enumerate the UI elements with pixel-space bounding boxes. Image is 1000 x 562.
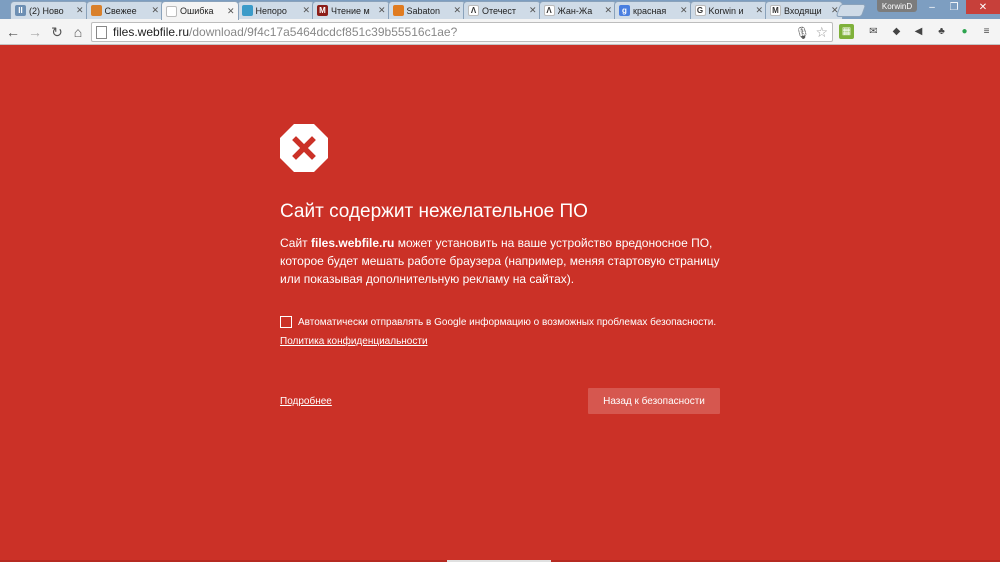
explanation-host: files.webfile.ru [311, 236, 395, 250]
page-title: Сайт содержит нежелательное ПО [280, 201, 588, 222]
explanation-text: Сайт files.webfile.ru может установить н… [280, 234, 730, 288]
lambda-icon: Λ [543, 5, 555, 16]
tab-title: Sabaton [406, 5, 441, 16]
url-text[interactable]: files.webfile.ru/download/9f4c17a5464dcd… [113, 25, 457, 39]
close-tab-icon[interactable]: ✕ [680, 5, 688, 16]
report-optin-checkbox[interactable] [280, 316, 292, 328]
close-tab-icon[interactable]: ✕ [227, 6, 235, 17]
back-button[interactable]: ← [4, 23, 22, 41]
headphones-icon [392, 5, 404, 16]
browser-tab[interactable]: Ошибка ✕ [161, 1, 239, 20]
maximize-button[interactable]: ❐ [943, 0, 965, 14]
gmail-icon: M [770, 5, 781, 16]
danger-octagon-icon [280, 124, 328, 172]
url-host: files.webfile.ru [113, 25, 190, 39]
google-icon: g [619, 5, 630, 16]
reload-button[interactable]: ↻ [48, 23, 66, 41]
browser-tab[interactable]: Непоро ✕ [236, 1, 315, 19]
green-circle-ext-icon[interactable]: ● [957, 24, 972, 39]
address-bar[interactable]: files.webfile.ru/download/9f4c17a5464dcd… [91, 22, 833, 42]
privacy-policy-link[interactable]: Политика конфиденциальности [280, 336, 428, 347]
explanation-prefix: Сайт [280, 236, 312, 250]
tab-title: Ошибка [180, 6, 214, 16]
browser-tab[interactable]: Sabaton ✕ [387, 1, 466, 19]
envelope-ext-icon[interactable]: ✉ [866, 24, 881, 39]
browser-toolbar: ← → ↻ ⌂ files.webfile.ru/download/9f4c17… [0, 19, 1000, 45]
tab-title: Входящи [784, 5, 822, 16]
colorful-ext-icon[interactable]: ▦ [839, 24, 854, 39]
microphone-icon[interactable]: 🎙 [795, 26, 810, 40]
google-q-icon: G [694, 5, 706, 16]
details-link[interactable]: Подробнее [280, 396, 332, 407]
close-tab-icon[interactable]: ✕ [605, 5, 613, 16]
leaf-ext-icon[interactable]: ♣ [934, 24, 949, 39]
browser-tab[interactable]: G Korwin и ✕ [689, 1, 768, 19]
browser-tab[interactable]: Свежее ✕ [85, 1, 164, 19]
new-tab-button[interactable] [835, 4, 867, 17]
orange-icon [90, 5, 102, 16]
tab-strip: II (2) Ново ✕ Свежее ✕ Ошибка ✕ Непоро ✕ M Чтение … [0, 0, 1000, 20]
close-tab-icon[interactable]: ✕ [303, 5, 311, 16]
tab-title: Чтение м [331, 5, 370, 16]
report-optin-label[interactable]: Автоматически отправлять в Google информ… [298, 317, 716, 328]
profile-button[interactable]: KorwinD [877, 0, 917, 12]
home-button[interactable]: ⌂ [69, 23, 87, 41]
evernote-ext-icon[interactable]: ◆ [889, 24, 904, 39]
browser-tab[interactable]: M Чтение м ✕ [312, 1, 390, 19]
tab-title: Korwin и [708, 5, 744, 16]
tab-title: Жан-Жа [557, 5, 593, 16]
tab-title: красная [633, 5, 667, 16]
page-icon [96, 25, 107, 39]
close-tab-icon[interactable]: ✕ [378, 5, 386, 16]
close-tab-icon[interactable]: ✕ [529, 5, 537, 16]
lambda-icon: Λ [468, 5, 479, 16]
browser-tab[interactable]: g красная ✕ [614, 1, 692, 19]
browser-tab[interactable]: M Входящи ✕ [765, 1, 843, 19]
minimize-button[interactable]: – [921, 0, 943, 14]
pause-icon: II [15, 5, 26, 16]
back-to-safety-button[interactable]: Назад к безопасности [588, 388, 720, 414]
menu-icon[interactable]: ≡ [979, 24, 994, 39]
tab-title: Непоро [255, 5, 287, 16]
page-icon [166, 5, 177, 17]
close-tab-icon[interactable]: ✕ [454, 5, 462, 16]
close-tab-icon[interactable]: ✕ [76, 5, 84, 16]
report-optin-row: Автоматически отправлять в Google информ… [280, 316, 716, 328]
bookmark-star-icon[interactable]: ☆ [815, 24, 828, 41]
tab-title: (2) Ново [29, 5, 64, 16]
browser-tab[interactable]: II (2) Ново ✕ [10, 1, 88, 19]
tab-title: Отечест [482, 5, 517, 16]
close-tab-icon[interactable]: ✕ [152, 5, 160, 16]
forward-button[interactable]: → [26, 23, 44, 41]
tab-title: Свежее [104, 5, 137, 16]
m-icon: M [317, 5, 328, 16]
browser-tab[interactable]: Λ Жан-Жа ✕ [538, 1, 617, 19]
browser-tab[interactable]: Λ Отечест ✕ [463, 1, 541, 19]
speaker-ext-icon[interactable]: ◀ [911, 24, 926, 39]
url-path: /download/9f4c17a5464dcdcf851c39b55516c1… [189, 25, 458, 39]
close-window-button[interactable]: ✕ [966, 0, 1000, 14]
close-tab-icon[interactable]: ✕ [756, 5, 764, 16]
monitor-icon [241, 5, 253, 16]
